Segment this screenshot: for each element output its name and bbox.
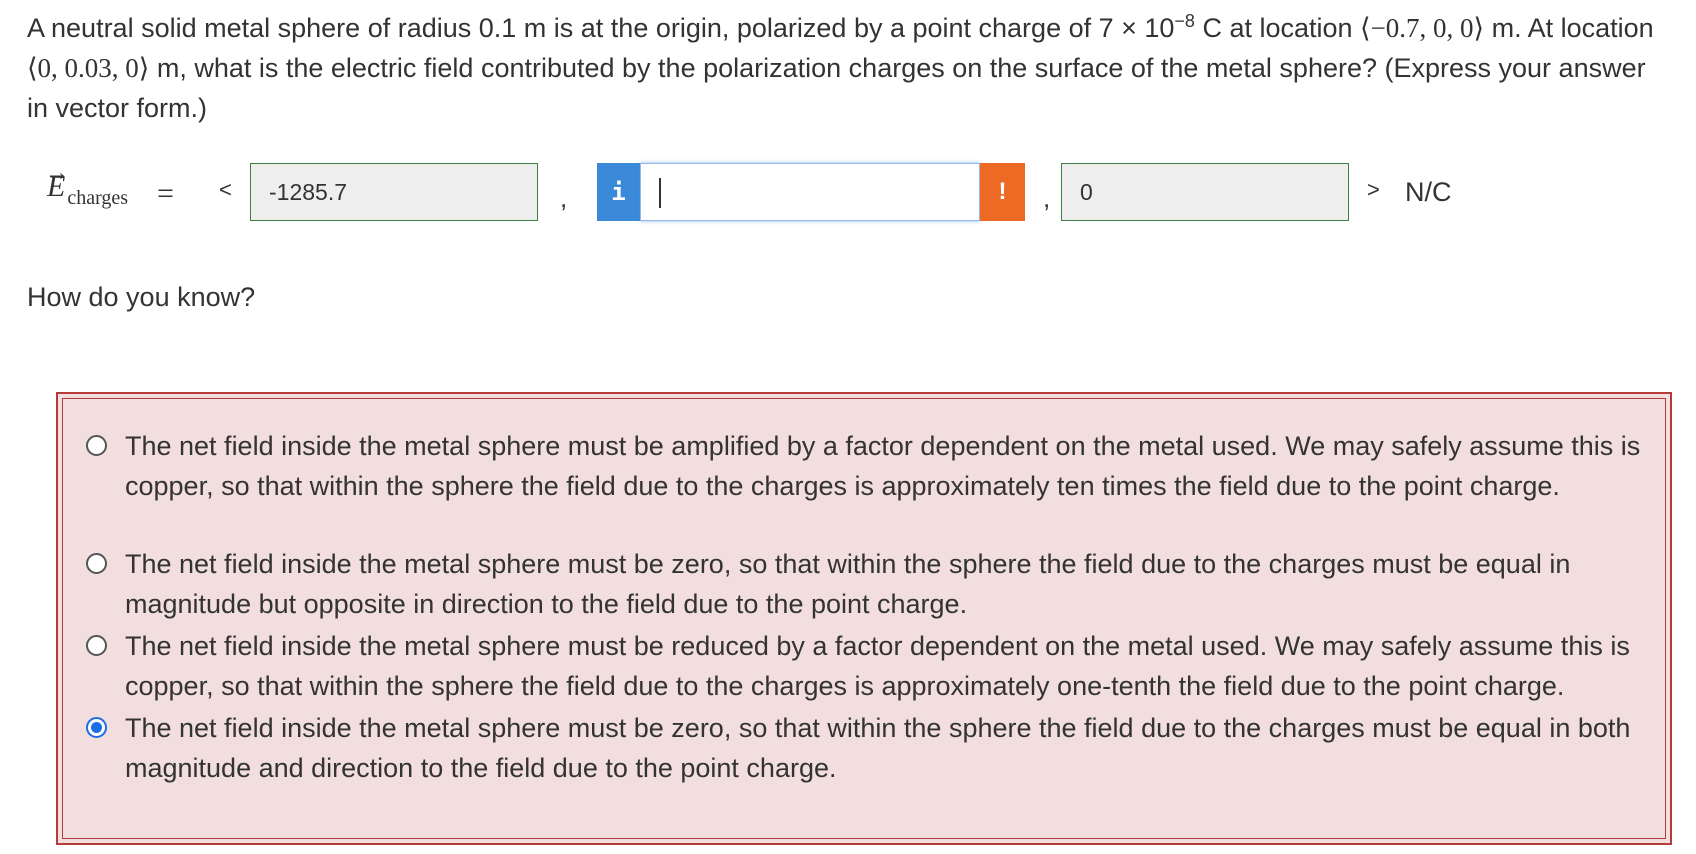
radio-button[interactable] [86,553,107,574]
exponent: −8 [1174,11,1195,31]
radio-button[interactable] [86,435,107,456]
comma-2: , [1043,183,1051,213]
choice-label: The net field inside the metal sphere mu… [125,431,1641,501]
comma-1: , [560,183,568,213]
equals-sign: = [157,177,174,210]
question-text: A neutral solid metal sphere of radius 0… [27,8,1672,128]
text-caret [659,178,661,208]
y-component-input[interactable] [640,163,980,221]
charge-location: ⟨−0.7, 0, 0⟩ [1360,13,1485,43]
choice-label: The net field inside the metal sphere mu… [125,713,1631,783]
choice-group: The net field inside the metal sphere mu… [56,392,1672,845]
x-component-value: -1285.7 [269,179,348,205]
close-bracket: > [1367,177,1380,202]
vector-subscript: charges [67,187,129,209]
info-icon[interactable]: i [597,163,640,221]
unit-label: N/C [1405,177,1452,207]
radio-button[interactable] [86,635,107,656]
choice-label: The net field inside the metal sphere mu… [125,549,1571,619]
z-component-input[interactable]: 0 [1061,163,1349,221]
field-location: ⟨0, 0.03, 0⟩ [27,53,150,83]
radio-button-selected[interactable] [86,717,107,738]
z-component-value: 0 [1080,179,1093,205]
open-bracket: < [219,177,232,202]
how-do-you-know-prompt: How do you know? [27,282,256,312]
answer-row: → Echarges = < -1285.7 , i ! , 0 > N/C [27,160,1477,225]
question-part-4: m, what is the electric field contribute… [27,53,1646,123]
vector-arrow: → [45,160,69,186]
x-component-input[interactable]: -1285.7 [250,163,538,221]
question-part-2: C at location [1194,13,1361,43]
e-charges-label: → Echarges [45,160,128,209]
question-part-3: m. At location [1484,13,1654,43]
warning-icon[interactable]: ! [980,163,1025,221]
choice-label: The net field inside the metal sphere mu… [125,631,1630,701]
question-part-1: A neutral solid metal sphere of radius 0… [27,13,1175,43]
